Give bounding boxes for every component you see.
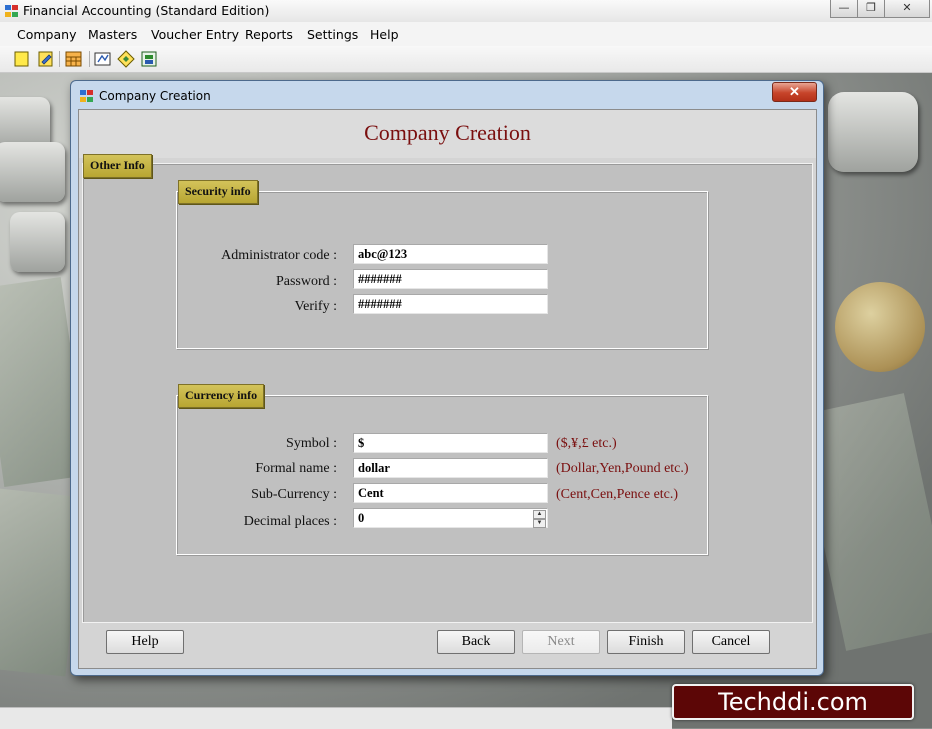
other-info-panel: Security info Administrator code : abc@1… — [82, 163, 813, 623]
formal-name-hint: (Dollar,Yen,Pound etc.) — [556, 461, 689, 476]
menu-reports[interactable]: Reports — [245, 27, 293, 42]
app-logo-icon — [5, 5, 18, 17]
calculator-key-decoration — [828, 92, 918, 172]
company-creation-dialog: Company Creation ✕ Company Creation Othe… — [70, 80, 824, 676]
voucher-icon[interactable] — [117, 50, 135, 68]
minimize-button[interactable]: — — [830, 0, 858, 18]
dialog-logo-icon — [80, 90, 93, 102]
calculator-key-decoration — [10, 212, 65, 272]
verify-label: Verify : — [294, 299, 337, 314]
new-company-icon[interactable] — [13, 50, 31, 68]
verify-field[interactable]: ####### — [353, 294, 548, 314]
tab-other-info[interactable]: Other Info — [83, 154, 152, 178]
menu-help[interactable]: Help — [370, 27, 399, 42]
restore-button[interactable]: ❐ — [857, 0, 885, 18]
decimal-places-label: Decimal places : — [243, 514, 337, 529]
toolbar-separator — [59, 51, 60, 67]
open-company-icon[interactable] — [37, 50, 55, 68]
calculator-key-decoration — [0, 142, 65, 202]
window-title: Financial Accounting (Standard Edition) — [23, 3, 270, 18]
calculator-icon[interactable] — [65, 50, 83, 68]
admin-code-field[interactable]: abc@123 — [353, 244, 548, 264]
decimal-spinner: ▲ ▼ — [533, 510, 546, 528]
next-button[interactable]: Next — [522, 630, 600, 654]
password-label: Password : — [275, 274, 337, 289]
coin-decoration — [835, 282, 925, 372]
dialog-close-button[interactable]: ✕ — [772, 82, 817, 102]
symbol-label: Symbol : — [286, 436, 337, 451]
back-button[interactable]: Back — [437, 630, 515, 654]
decimal-places-value: 0 — [358, 511, 365, 525]
toolbar — [0, 46, 932, 73]
menu-masters[interactable]: Masters — [88, 27, 137, 42]
security-info-label: Security info — [178, 180, 258, 204]
password-field[interactable]: ####### — [353, 269, 548, 289]
menu-company[interactable]: Company — [17, 27, 76, 42]
finish-button[interactable]: Finish — [607, 630, 685, 654]
status-bar — [0, 707, 672, 729]
spin-up-icon[interactable]: ▲ — [533, 510, 546, 519]
dialog-body: Company Creation Other Info Security inf… — [78, 109, 817, 669]
help-button[interactable]: Help — [106, 630, 184, 654]
sub-currency-field[interactable]: Cent — [353, 483, 548, 503]
watermark-logo: Techddi.com — [672, 684, 914, 720]
formal-name-label: Formal name : — [255, 461, 337, 476]
heading-band: Company Creation — [79, 110, 816, 158]
spin-down-icon[interactable]: ▼ — [533, 519, 546, 528]
export-icon[interactable] — [140, 50, 158, 68]
close-window-button[interactable]: ✕ — [884, 0, 930, 18]
currency-info-label: Currency info — [178, 384, 265, 408]
sub-currency-label: Sub-Currency : — [251, 487, 337, 502]
main-title-bar: Financial Accounting (Standard Edition) … — [0, 0, 932, 23]
sub-currency-hint: (Cent,Cen,Pence etc.) — [556, 487, 679, 502]
cancel-button[interactable]: Cancel — [692, 630, 770, 654]
menu-bar: Company Masters Voucher Entry Reports Se… — [0, 22, 932, 47]
menu-settings[interactable]: Settings — [307, 27, 358, 42]
toolbar-separator — [89, 51, 90, 67]
dialog-title: Company Creation — [99, 89, 211, 103]
symbol-hint: ($,¥,£ etc.) — [556, 436, 617, 451]
decimal-places-stepper[interactable]: 0 ▲ ▼ — [353, 508, 548, 528]
admin-code-label: Administrator code : — [221, 248, 337, 263]
symbol-field[interactable]: $ — [353, 433, 548, 453]
page-heading: Company Creation — [364, 120, 531, 145]
menu-voucher-entry[interactable]: Voucher Entry — [151, 27, 239, 42]
formal-name-field[interactable]: dollar — [353, 458, 548, 478]
ledger-icon[interactable] — [94, 50, 112, 68]
